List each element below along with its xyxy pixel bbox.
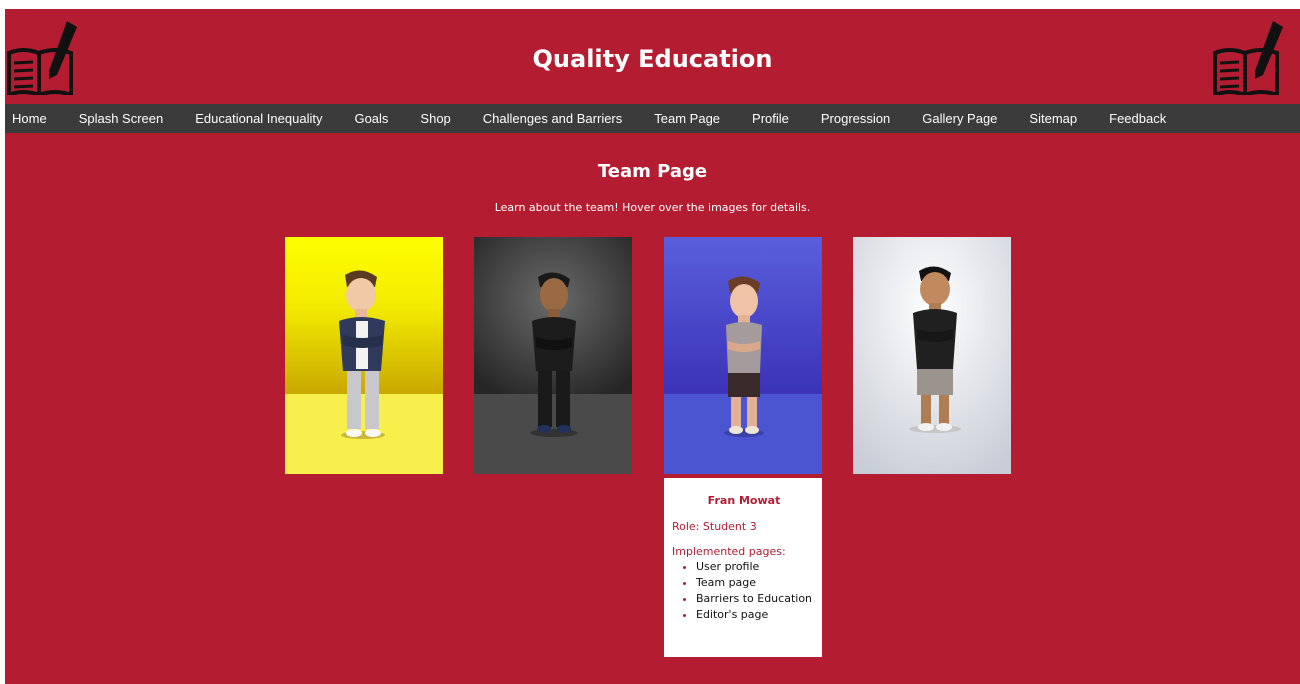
page: Quality Education Home Splash Screen Edu… [5,9,1300,684]
implemented-pages-label: Implemented pages: [672,545,786,558]
avatar-image-3 [664,237,822,474]
nav-educational-inequality[interactable]: Educational Inequality [179,111,338,126]
member-details-panel: Fran Mowat Role: Student 3 Implemented p… [664,478,822,657]
member-name: Fran Mowat [707,494,781,507]
nav-bar: Home Splash Screen Educational Inequalit… [5,104,1300,133]
nav-home[interactable]: Home [5,111,63,126]
site-title: Quality Education [532,45,773,73]
avatar-image-4 [853,237,1011,474]
nav-gallery-page[interactable]: Gallery Page [906,111,1013,126]
nav-shop[interactable]: Shop [404,111,466,126]
page-subtitle: Learn about the team! Hover over the ima… [494,201,811,214]
team-member-card-4[interactable] [853,237,1011,474]
avatar-image-1 [285,237,443,474]
list-item: Editor's page [696,608,816,621]
team-member-card-3[interactable] [664,237,822,474]
team-member-card-2[interactable] [474,237,632,474]
nav-sitemap[interactable]: Sitemap [1013,111,1093,126]
header: Quality Education [5,9,1300,104]
avatar-image-2 [474,237,632,474]
nav-goals[interactable]: Goals [338,111,404,126]
member-role: Role: Student 3 [672,520,757,533]
implemented-pages-list: User profile Team page Barriers to Educa… [672,560,816,621]
nav-splash-screen[interactable]: Splash Screen [63,111,180,126]
nav-challenges-and-barriers[interactable]: Challenges and Barriers [467,111,638,126]
nav-feedback[interactable]: Feedback [1093,111,1182,126]
nav-progression[interactable]: Progression [805,111,906,126]
nav-team-page[interactable]: Team Page [638,111,736,126]
page-title: Team Page [597,161,708,182]
nav-profile[interactable]: Profile [736,111,805,126]
book-pencil-icon [1213,21,1283,95]
team-member-card-1[interactable] [285,237,443,474]
list-item: Barriers to Education [696,592,816,605]
list-item: User profile [696,560,816,573]
list-item: Team page [696,576,816,589]
